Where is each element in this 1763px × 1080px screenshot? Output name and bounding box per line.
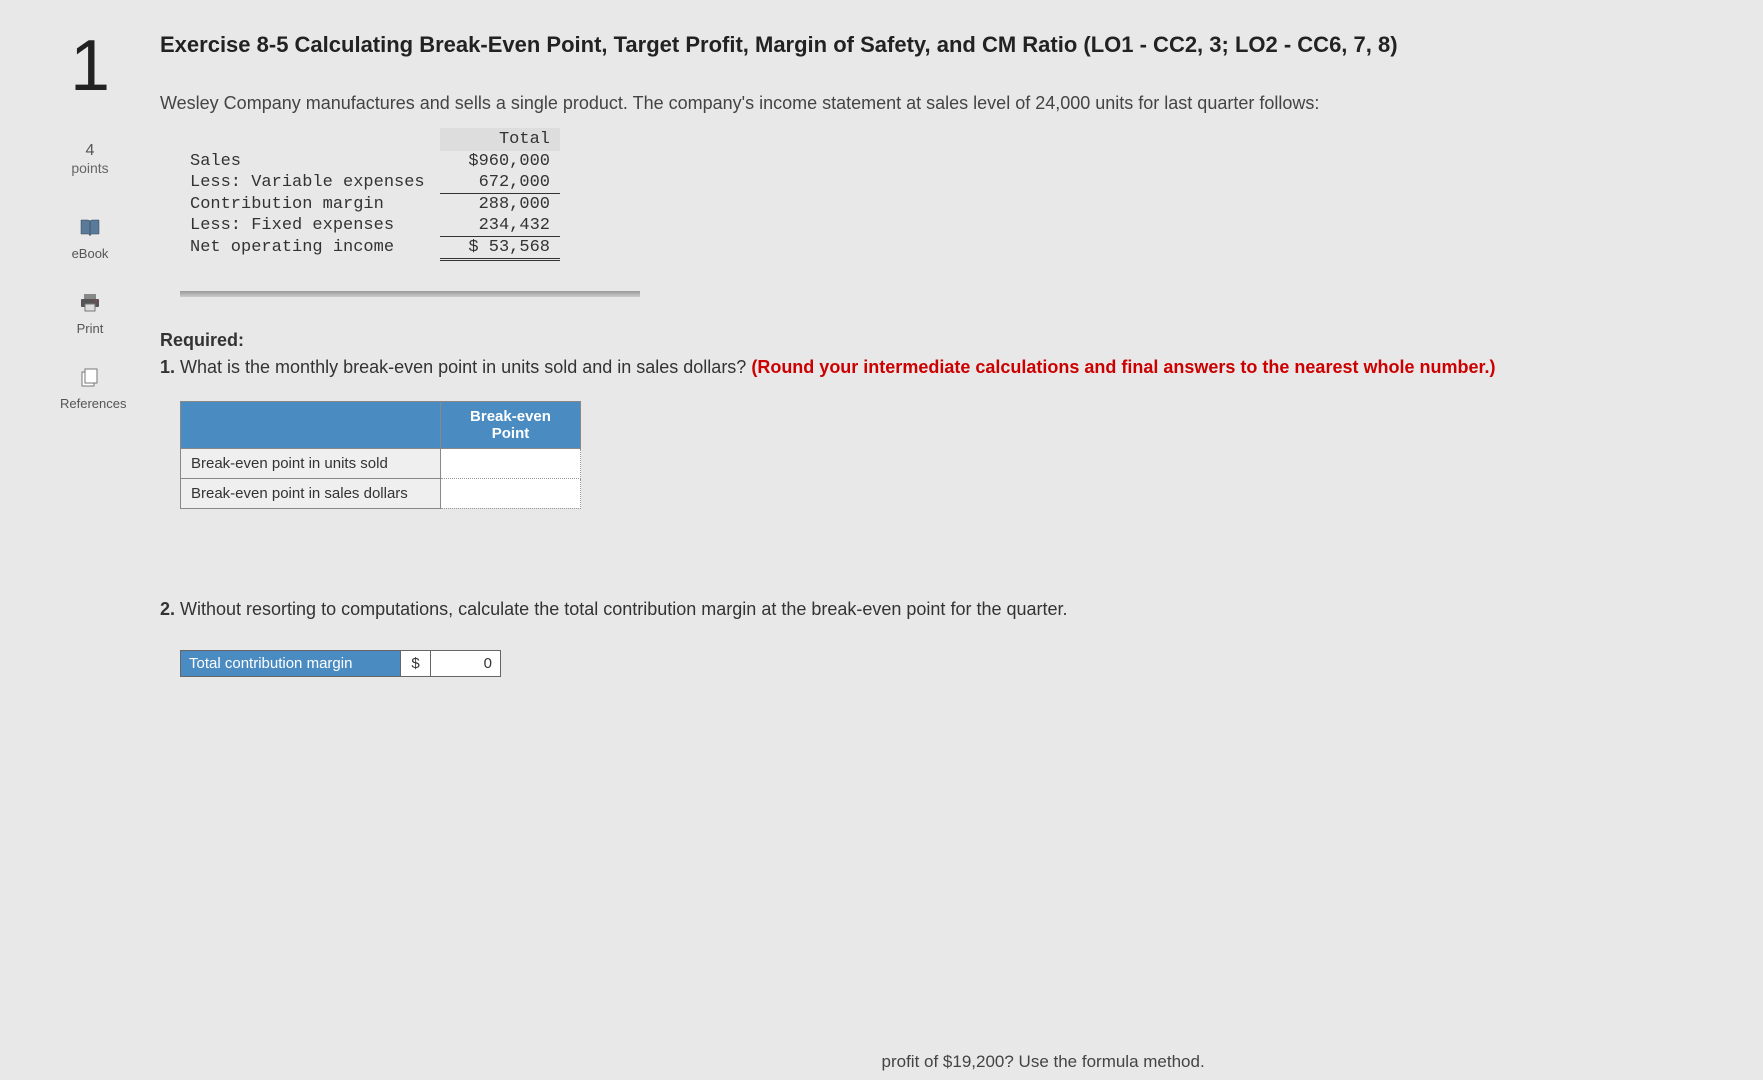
exercise-title: Exercise 8-5 Calculating Break-Even Poin… xyxy=(160,30,1723,61)
income-row-label: Less: Variable expenses xyxy=(180,172,440,194)
table-header: Break-even Point xyxy=(441,401,581,448)
table-row-label: Break-even point in sales dollars xyxy=(181,478,441,508)
income-row-value: 288,000 xyxy=(440,193,560,215)
printer-icon xyxy=(76,291,104,315)
break-even-units-input[interactable] xyxy=(441,448,581,478)
income-row-value: $ 53,568 xyxy=(440,236,560,259)
cm-label: Total contribution margin xyxy=(181,650,401,676)
income-statement-table: Total Sales$960,000 Less: Variable expen… xyxy=(180,128,560,261)
q1-hint: (Round your intermediate calculations an… xyxy=(751,357,1495,377)
income-row-label: Sales xyxy=(180,151,440,172)
ebook-button[interactable]: eBook xyxy=(60,216,120,261)
intro-paragraph: Wesley Company manufactures and sells a … xyxy=(160,91,1723,116)
required-heading: Required: xyxy=(160,330,244,350)
income-row-label: Less: Fixed expenses xyxy=(180,215,440,237)
references-button[interactable]: References xyxy=(60,366,120,411)
question-number: 1 xyxy=(40,30,140,102)
income-row-label: Contribution margin xyxy=(180,193,440,215)
print-label: Print xyxy=(77,321,104,336)
print-button[interactable]: Print xyxy=(60,291,120,336)
income-row-value: 672,000 xyxy=(440,172,560,194)
break-even-answer-table: Break-even Point Break-even point in uni… xyxy=(180,401,581,509)
break-even-dollars-input[interactable] xyxy=(441,478,581,508)
income-row-value: $960,000 xyxy=(440,151,560,172)
footer-cutoff-text: profit of $19,200? Use the formula metho… xyxy=(882,1052,1205,1072)
income-row-value: 234,432 xyxy=(440,215,560,237)
book-icon xyxy=(76,216,104,240)
documents-icon xyxy=(76,366,104,390)
ebook-label: eBook xyxy=(72,246,109,261)
points-value: 4 xyxy=(40,142,140,160)
q2-text: Without resorting to computations, calcu… xyxy=(180,599,1068,619)
cm-value-input[interactable]: 0 xyxy=(431,650,501,676)
income-header: Total xyxy=(440,128,560,151)
points-label: points xyxy=(40,160,140,176)
cm-currency: $ xyxy=(401,650,431,676)
divider xyxy=(180,291,640,297)
q1-lead: 1. xyxy=(160,357,180,377)
q2-lead: 2. xyxy=(160,599,180,619)
table-row-label: Break-even point in units sold xyxy=(181,448,441,478)
contribution-margin-table: Total contribution margin $ 0 xyxy=(180,650,501,677)
references-label: References xyxy=(60,396,126,411)
table-empty-header xyxy=(181,401,441,448)
income-row-label: Net operating income xyxy=(180,236,440,259)
q1-text: What is the monthly break-even point in … xyxy=(180,357,751,377)
